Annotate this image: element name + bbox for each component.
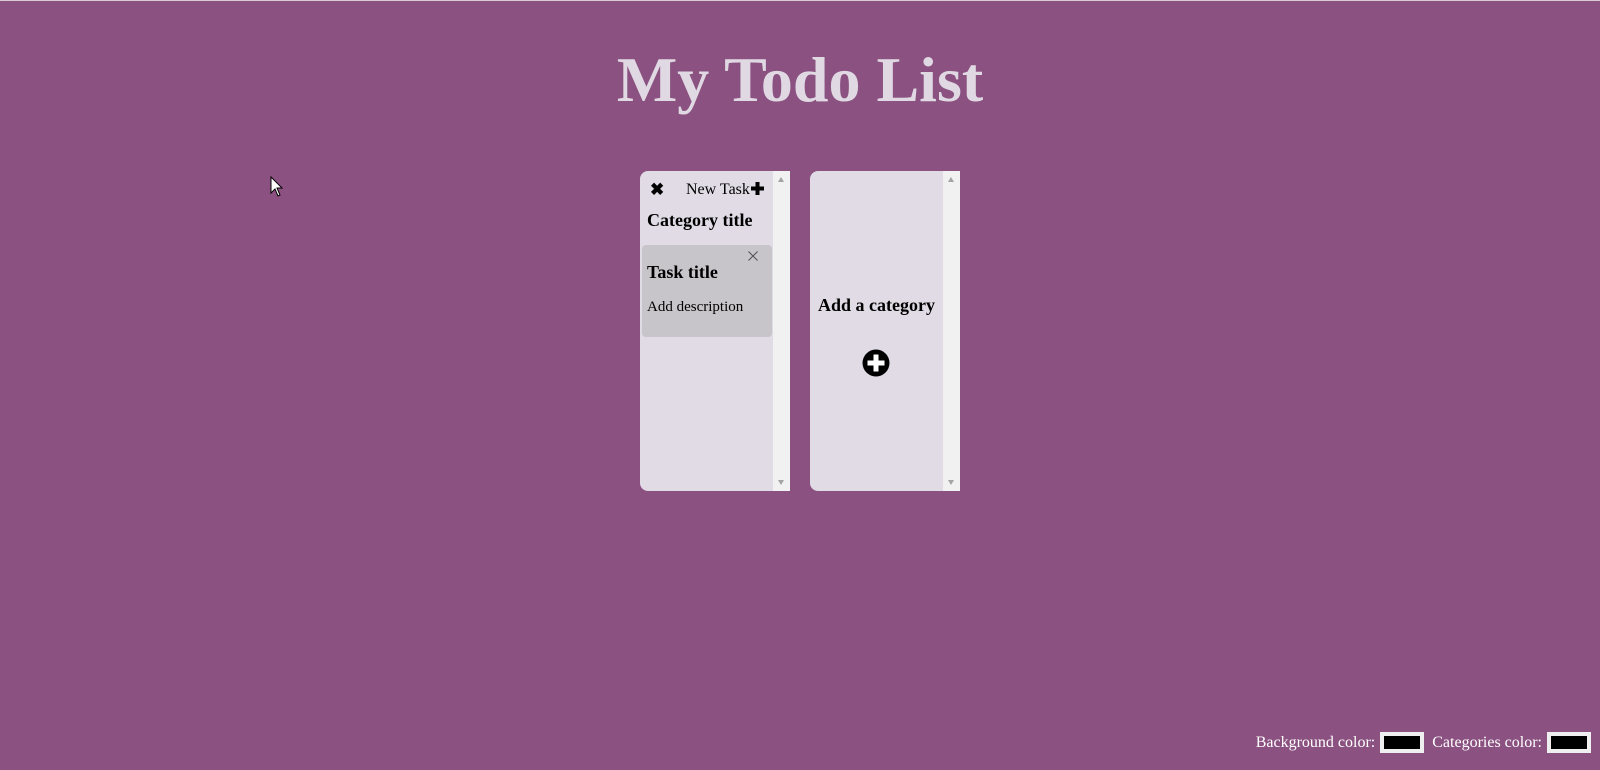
new-task-button[interactable]: New Task xyxy=(686,180,750,200)
categories-color-label: Categories color: xyxy=(1432,733,1542,751)
color-settings: Background color: Categories color: xyxy=(1256,732,1591,753)
plus-circle-icon[interactable] xyxy=(862,349,890,377)
category-title[interactable]: Category title xyxy=(647,209,752,231)
background-color-picker[interactable] xyxy=(1380,732,1425,753)
scrollbar[interactable] xyxy=(773,171,790,491)
add-category-label: Add a category xyxy=(818,295,935,315)
close-icon[interactable] xyxy=(748,251,758,261)
plus-icon[interactable] xyxy=(751,182,764,195)
scroll-up-arrow-icon[interactable] xyxy=(948,177,954,182)
task-description[interactable]: Add description xyxy=(647,298,743,316)
mouse-cursor-icon xyxy=(270,176,284,197)
add-category-column: Add a category xyxy=(810,171,960,491)
background-color-label: Background color: xyxy=(1255,733,1376,751)
task-title[interactable]: Task title xyxy=(647,261,718,283)
scroll-up-arrow-icon[interactable] xyxy=(778,177,784,182)
top-border xyxy=(0,0,1600,1)
delete-category-icon[interactable]: ✖ xyxy=(650,181,664,199)
scroll-down-arrow-icon[interactable] xyxy=(778,480,784,485)
scroll-down-arrow-icon[interactable] xyxy=(948,480,954,485)
categories-color-picker[interactable] xyxy=(1547,732,1591,753)
scrollbar[interactable] xyxy=(943,171,960,491)
page-title: My Todo List xyxy=(616,44,984,115)
task-card[interactable]: Task title Add description xyxy=(642,245,772,337)
category-column: ✖ New Task Category title Task title Add… xyxy=(640,171,790,491)
